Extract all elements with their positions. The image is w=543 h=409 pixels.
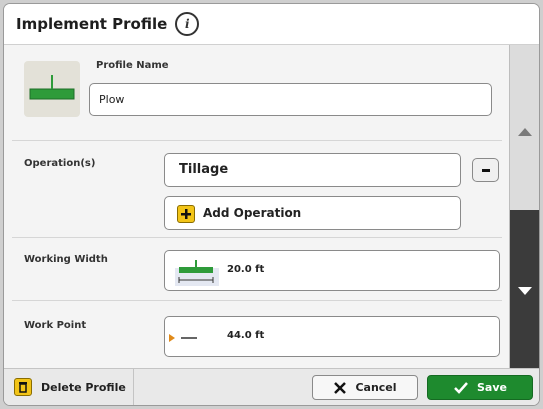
trash-icon	[14, 378, 32, 396]
working-width-label: Working Width	[24, 254, 108, 265]
working-width-icon	[175, 260, 219, 286]
page-title: Implement Profile	[16, 15, 168, 33]
operation-field-tillage[interactable]: Tillage	[164, 153, 461, 187]
work-point-field[interactable]: 44.0 ft	[164, 316, 500, 357]
form-content: Profile Name Plow Operation(s) Tillage A…	[4, 45, 509, 368]
profile-name-label: Profile Name	[96, 60, 169, 71]
plow-implement-icon	[29, 75, 75, 100]
title-bar: Implement Profile i	[4, 4, 539, 45]
triangle-down-icon	[518, 287, 532, 295]
profile-name-input[interactable]: Plow	[89, 83, 492, 116]
implement-profile-window: Implement Profile i Profile Name Plow Op…	[4, 4, 539, 405]
working-width-field[interactable]: 20.0 ft	[164, 250, 500, 291]
work-point-section: Work Point 44.0 ft	[12, 301, 502, 368]
checkmark-icon	[454, 381, 468, 394]
scrollbar[interactable]	[509, 45, 539, 368]
cancel-label: Cancel	[355, 381, 397, 394]
delete-profile-label: Delete Profile	[41, 380, 126, 394]
close-icon	[334, 381, 347, 394]
work-point-icon	[169, 334, 197, 342]
implement-thumbnail	[24, 61, 80, 117]
working-width-value: 20.0 ft	[227, 264, 265, 275]
operations-label: Operation(s)	[24, 158, 96, 169]
profile-name-section: Profile Name Plow	[12, 45, 502, 141]
remove-operation-button[interactable]	[472, 158, 499, 182]
profile-name-value: Plow	[99, 93, 125, 106]
work-point-label: Work Point	[24, 320, 87, 331]
cancel-button[interactable]: Cancel	[312, 375, 418, 400]
operations-section: Operation(s) Tillage Add Operation	[12, 141, 502, 238]
add-operation-button[interactable]: Add Operation	[164, 196, 461, 230]
working-width-section: Working Width 20.0 ft	[12, 238, 502, 301]
add-operation-label: Add Operation	[203, 206, 302, 220]
bottom-action-bar: Delete Profile Cancel Save	[4, 368, 539, 405]
save-button[interactable]: Save	[427, 375, 533, 400]
scroll-down-button[interactable]	[510, 210, 539, 368]
scroll-up-button[interactable]	[510, 45, 539, 210]
triangle-up-icon	[518, 128, 532, 136]
info-icon[interactable]: i	[175, 12, 200, 36]
save-label: Save	[477, 381, 507, 394]
plus-icon	[177, 205, 195, 223]
work-point-value: 44.0 ft	[227, 330, 265, 341]
minus-icon	[481, 169, 490, 172]
delete-profile-button[interactable]: Delete Profile	[4, 369, 134, 405]
operation-value: Tillage	[179, 162, 229, 177]
